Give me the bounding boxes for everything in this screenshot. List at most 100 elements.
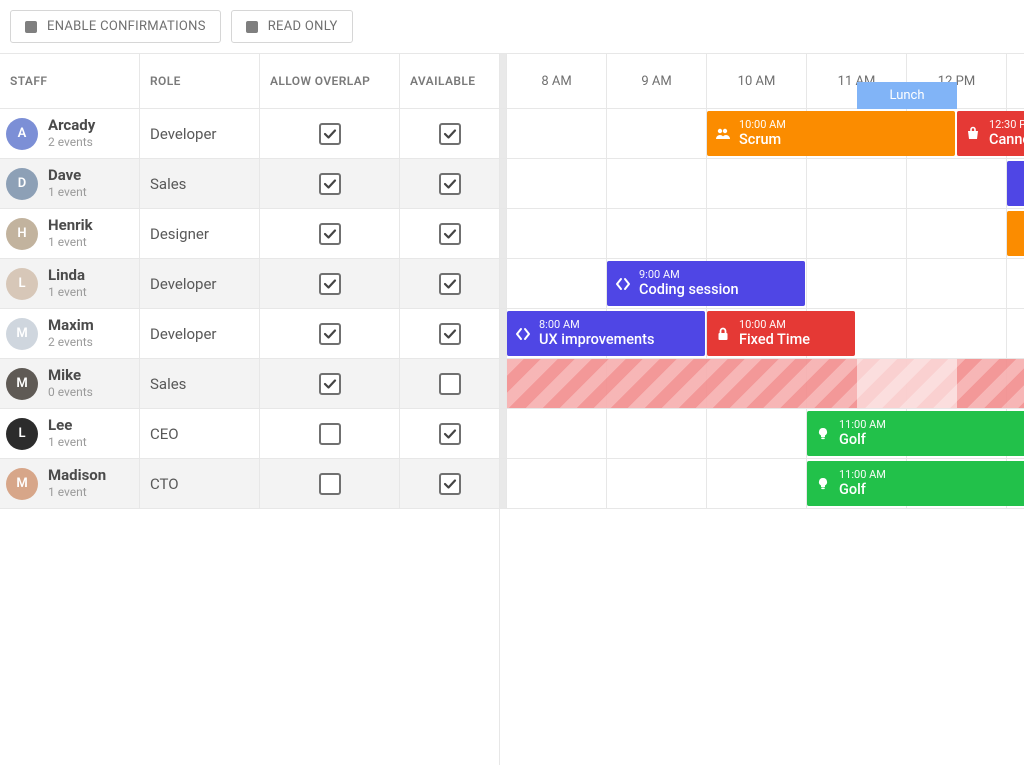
timeline-cell[interactable] [607,159,707,208]
read-only-button[interactable]: READ ONLY [231,10,353,43]
timeline-cell[interactable] [607,459,707,508]
timeline-cell[interactable] [807,159,907,208]
event[interactable] [1007,161,1024,206]
staff-row[interactable]: L Linda 1 event Developer [0,259,499,309]
timeline-gutter [500,54,507,108]
event-time: 10:00 AM [739,319,810,332]
event[interactable]: 10:00 AM Scrum [707,111,955,156]
timeline-cell[interactable] [507,409,607,458]
checkbox[interactable] [319,173,341,195]
checkbox[interactable] [439,173,461,195]
role-cell: Developer [140,109,260,158]
staff-cell: L Linda 1 event [0,259,140,308]
staff-row[interactable]: D Dave 1 event Sales [0,159,499,209]
timeline-cell[interactable] [907,209,1007,258]
read-only-label: READ ONLY [268,19,338,34]
event[interactable]: 10:00 AM Fixed Time [707,311,855,356]
staff-event-count: 1 event [48,286,87,300]
timeline-cell[interactable] [507,259,607,308]
staff-row[interactable]: L Lee 1 event CEO [0,409,499,459]
avatar: L [6,418,38,450]
available-cell [400,259,500,308]
overlap-cell [260,359,400,408]
staff-row[interactable]: M Maxim 2 events Developer [0,309,499,359]
staff-name: Dave [48,167,87,184]
col-header-role[interactable]: ROLE [140,54,260,108]
timeline-cell[interactable] [707,159,807,208]
overlap-cell [260,159,400,208]
col-header-available[interactable]: AVAILABLE [400,54,500,108]
checkbox[interactable] [439,223,461,245]
checkbox[interactable] [319,123,341,145]
event-title: Cannot be dragged [989,132,1024,149]
checkbox[interactable] [319,423,341,445]
staff-row[interactable]: M Mike 0 events Sales [0,359,499,409]
timeline-gutter [500,109,507,158]
timeline-row: 10:00 AM Scrum 12:30 PM Cannot be dragge… [500,109,1024,159]
col-header-overlap[interactable]: ALLOW OVERLAP [260,54,400,108]
timeline-cell[interactable] [607,209,707,258]
timeline-cell[interactable] [907,159,1007,208]
checkbox[interactable] [439,273,461,295]
event-time: 11:00 AM [839,469,886,482]
checkbox[interactable] [439,423,461,445]
timeline-cell[interactable] [707,209,807,258]
timeline-gutter [500,159,507,208]
checkbox[interactable] [439,323,461,345]
staff-grid: STAFF ROLE ALLOW OVERLAP AVAILABLE A Arc… [0,54,500,765]
staff-name: Mike [48,367,93,384]
checkbox[interactable] [319,223,341,245]
timeline-row: 9:00 AM Coding session [500,259,1024,309]
event[interactable] [1007,211,1024,256]
checkbox[interactable] [439,123,461,145]
timeline-cell[interactable] [807,209,907,258]
enable-confirmations-label: ENABLE CONFIRMATIONS [47,19,206,34]
checkbox[interactable] [319,323,341,345]
checkbox[interactable] [319,273,341,295]
timeline-cell[interactable] [607,109,707,158]
event[interactable]: 11:00 AM Golf [807,461,1024,506]
timeline-cell[interactable] [1007,309,1024,358]
timeline-cell[interactable] [907,309,1007,358]
timeline-cell[interactable] [507,109,607,158]
timeline-cell[interactable] [1007,259,1024,308]
timeline-cell[interactable] [507,459,607,508]
avatar: L [6,268,38,300]
staff-event-count: 2 events [48,136,95,150]
staff-event-count: 1 event [48,486,106,500]
staff-cell: D Dave 1 event [0,159,140,208]
event[interactable]: 12:30 PM Cannot be dragged [957,111,1024,156]
timeline-cell[interactable] [707,459,807,508]
event-title: Coding session [639,282,739,299]
time-header-cell: 10 AM [707,54,807,108]
checkbox[interactable] [319,473,341,495]
staff-cell: M Maxim 2 events [0,309,140,358]
lock-icon [715,326,731,342]
staff-row[interactable]: H Henrik 1 event Designer [0,209,499,259]
event-title: Golf [839,432,886,449]
enable-confirmations-button[interactable]: ENABLE CONFIRMATIONS [10,10,221,43]
timeline-cell[interactable] [907,259,1007,308]
staff-row[interactable]: A Arcady 2 events Developer [0,109,499,159]
time-header-cell [1007,54,1024,108]
staff-cell: M Madison 1 event [0,459,140,508]
event[interactable]: 8:00 AM UX improvements [507,311,705,356]
timeline-cell[interactable] [607,409,707,458]
event[interactable]: 11:00 AM Golf [807,411,1024,456]
col-header-staff[interactable]: STAFF [0,54,140,108]
timeline-cell[interactable] [507,159,607,208]
timeline-cell[interactable] [707,409,807,458]
timeline-cell[interactable] [507,209,607,258]
staff-event-count: 2 events [48,336,94,350]
staff-row[interactable]: M Madison 1 event CTO [0,459,499,509]
staff-name: Lee [48,417,87,434]
checkbox[interactable] [439,373,461,395]
checkbox[interactable] [439,473,461,495]
time-header-cell: 8 AM [507,54,607,108]
bag-icon [965,126,981,142]
timeline-row: 8:00 AM UX improvements 10:00 AM Fixed T… [500,309,1024,359]
checkbox[interactable] [319,373,341,395]
event[interactable]: 9:00 AM Coding session [607,261,805,306]
timeline-cell[interactable] [807,259,907,308]
overlap-cell [260,309,400,358]
